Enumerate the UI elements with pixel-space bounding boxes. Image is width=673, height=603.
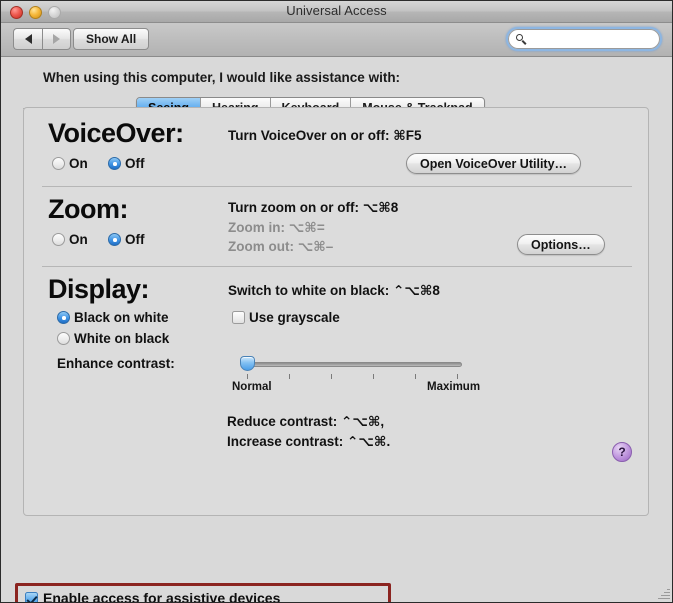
- enable-assistive-devices-checkbox[interactable]: Enable access for assistive devices: [25, 590, 281, 603]
- title-bar: Universal Access: [1, 1, 672, 23]
- enhance-contrast-label: Enhance contrast:: [57, 356, 175, 371]
- use-grayscale-checkbox[interactable]: Use grayscale: [232, 310, 340, 325]
- enable-assistive-devices-label: Enable access for assistive devices: [43, 590, 281, 603]
- divider-voiceover: [42, 186, 632, 187]
- open-voiceover-utility-button[interactable]: Open VoiceOver Utility…: [406, 153, 582, 174]
- window-resize-handle[interactable]: [656, 586, 670, 600]
- back-button[interactable]: [13, 28, 42, 50]
- display-hint: Switch to white on black: ⌃⌥⌘8: [228, 283, 440, 298]
- slider-thumb[interactable]: [240, 356, 255, 371]
- forward-button[interactable]: [42, 28, 71, 50]
- seeing-panel: VoiceOver: Turn VoiceOver on or off: ⌘F5…: [23, 107, 649, 516]
- zoom-radio-on[interactable]: On: [52, 232, 88, 247]
- white-on-black-label: White on black: [74, 331, 170, 346]
- radio-icon-off-state: [57, 332, 70, 345]
- show-all-button[interactable]: Show All: [73, 28, 150, 50]
- radio-icon-selected: [57, 311, 70, 324]
- radio-icon-off-state: [52, 233, 65, 246]
- checkbox-icon-unchecked: [232, 311, 245, 324]
- zoom-in-hint: Zoom in: ⌥⌘=: [228, 220, 325, 235]
- voiceover-radio-off[interactable]: Off: [108, 156, 145, 171]
- radio-icon-selected: [108, 157, 121, 170]
- radio-icon-selected: [108, 233, 121, 246]
- voiceover-section-title: VoiceOver:: [48, 118, 184, 148]
- zoom-options-button[interactable]: Options…: [517, 234, 605, 255]
- checkbox-icon-checked: [25, 591, 38, 602]
- window-title: Universal Access: [286, 3, 387, 18]
- slider-max-label: Maximum: [427, 381, 481, 393]
- slider-tick: [247, 374, 248, 379]
- black-on-white-label: Black on white: [74, 310, 169, 325]
- zoom-hint: Turn zoom on or off: ⌥⌘8: [228, 200, 399, 215]
- slider-min-label: Normal: [232, 381, 272, 393]
- use-grayscale-label: Use grayscale: [249, 310, 340, 325]
- search-input[interactable]: [531, 31, 653, 47]
- intro-text: When using this computer, I would like a…: [43, 70, 401, 85]
- toolbar: Show All: [1, 23, 672, 57]
- slider-tick: [331, 374, 332, 379]
- voiceover-on-label: On: [69, 156, 88, 171]
- search-icon: [516, 33, 527, 45]
- zoom-section-title: Zoom:: [48, 194, 128, 224]
- zoom-on-label: On: [69, 232, 88, 247]
- slider-track[interactable]: [247, 362, 462, 367]
- voiceover-hint: Turn VoiceOver on or off: ⌘F5: [228, 128, 422, 143]
- chevron-right-icon: [53, 34, 60, 44]
- slider-tick: [415, 374, 416, 379]
- increase-contrast-hint: Increase contrast: ⌃⌥⌘.: [227, 434, 391, 449]
- universal-access-window: Universal Access Show All When using thi…: [0, 0, 673, 603]
- voiceover-radio-on[interactable]: On: [52, 156, 88, 171]
- chevron-left-icon: [24, 34, 32, 44]
- divider-zoom: [42, 266, 632, 267]
- help-button[interactable]: ?: [612, 442, 632, 462]
- preference-pane-body: When using this computer, I would like a…: [1, 57, 672, 602]
- reduce-contrast-hint: Reduce contrast: ⌃⌥⌘,: [227, 414, 385, 429]
- voiceover-off-label: Off: [125, 156, 145, 171]
- search-field[interactable]: [508, 29, 660, 49]
- slider-tick: [457, 374, 458, 379]
- display-section-title: Display:: [48, 274, 150, 304]
- slider-tick: [289, 374, 290, 379]
- display-radio-black-on-white[interactable]: Black on white: [57, 310, 169, 325]
- search-focus-ring: [506, 27, 662, 51]
- slider-tick: [373, 374, 374, 379]
- navigation-buttons: [13, 28, 71, 50]
- display-radio-white-on-black[interactable]: White on black: [57, 331, 169, 346]
- radio-icon-off-state: [52, 157, 65, 170]
- zoom-out-hint: Zoom out: ⌥⌘–: [228, 239, 334, 254]
- zoom-radio-off[interactable]: Off: [108, 232, 145, 247]
- zoom-off-label: Off: [125, 232, 145, 247]
- enhance-contrast-slider[interactable]: Normal Maximum: [229, 355, 481, 401]
